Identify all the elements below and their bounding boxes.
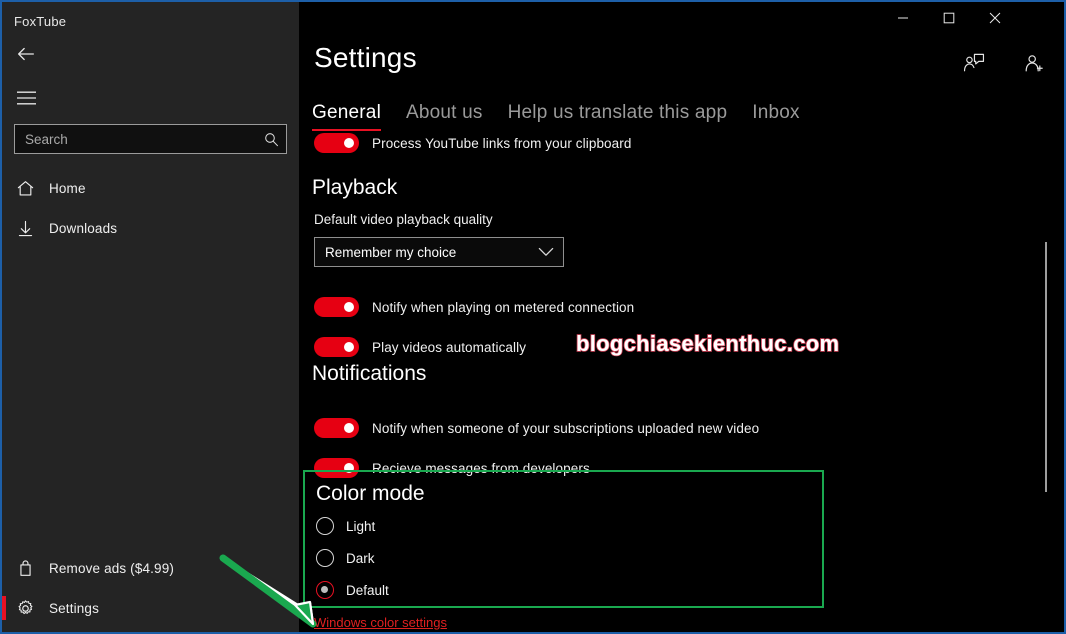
- radio-button[interactable]: [316, 517, 334, 535]
- setting-label: Process YouTube links from your clipboar…: [372, 135, 632, 151]
- chevron-down-icon: [529, 247, 563, 257]
- color-mode-section: Color mode Light Dark Default: [303, 470, 824, 608]
- toggle-knob: [344, 138, 354, 148]
- sidebar-item-label: Downloads: [49, 220, 118, 236]
- label-default-quality: Default video playback quality: [314, 212, 493, 227]
- sidebar-item-home[interactable]: Home: [2, 168, 299, 208]
- setting-row-autoplay: Play videos automatically: [314, 337, 526, 357]
- account-add-icon: [1025, 55, 1043, 72]
- close-icon: [989, 12, 1001, 24]
- toggle-knob: [344, 302, 354, 312]
- tab-help-translate[interactable]: Help us translate this app: [508, 102, 728, 131]
- search-input[interactable]: [15, 125, 256, 153]
- sidebar-item-downloads[interactable]: Downloads: [2, 208, 299, 248]
- sidebar-item-label: Settings: [49, 600, 99, 616]
- account-button[interactable]: [1017, 47, 1051, 79]
- setting-row-subscription-upload: Notify when someone of your subscription…: [314, 418, 759, 438]
- page-title: Settings: [314, 42, 417, 73]
- app-window: FoxTube Search Home Downloads Remove ads…: [0, 0, 1066, 634]
- gear-icon: [2, 599, 49, 618]
- feedback-button[interactable]: [957, 47, 991, 79]
- radio-button[interactable]: [316, 581, 334, 599]
- maximize-icon: [943, 12, 955, 24]
- scrollbar-track[interactable]: [1040, 132, 1052, 632]
- section-heading-color-mode: Color mode: [316, 482, 425, 505]
- sidebar-item-remove-ads[interactable]: Remove ads ($4.99): [2, 548, 299, 588]
- sidebar-item-settings[interactable]: Settings: [2, 588, 299, 628]
- feedback-icon: [963, 53, 985, 72]
- back-button[interactable]: [4, 34, 48, 74]
- magnifier-icon: [264, 132, 278, 146]
- radio-label: Default: [346, 582, 389, 598]
- section-heading-playback: Playback: [312, 176, 398, 199]
- hamburger-icon: [16, 91, 36, 105]
- settings-list: Process YouTube links from your clipboar…: [299, 130, 1064, 632]
- minimize-icon: [898, 17, 908, 19]
- tab-inbox[interactable]: Inbox: [752, 102, 799, 131]
- maximize-button[interactable]: [926, 2, 972, 34]
- setting-row-clipboard: Process YouTube links from your clipboar…: [314, 133, 631, 153]
- sidebar: FoxTube Search Home Downloads Remove ads…: [2, 2, 299, 632]
- radio-option-dark[interactable]: Dark: [316, 549, 375, 567]
- radio-option-default[interactable]: Default: [316, 581, 389, 599]
- toggle-knob: [344, 423, 354, 433]
- menu-button[interactable]: [4, 78, 48, 118]
- sidebar-selection-indicator: [2, 596, 6, 620]
- tab-about-us[interactable]: About us: [406, 102, 483, 131]
- content-area: Settings General About us Help us transl…: [299, 2, 1064, 632]
- toggle-knob: [344, 342, 354, 352]
- back-arrow-icon: [18, 47, 34, 61]
- sidebar-item-label: Remove ads ($4.99): [49, 560, 175, 576]
- search-icon[interactable]: [256, 125, 286, 153]
- home-icon: [2, 179, 49, 198]
- setting-label: Notify when playing on metered connectio…: [372, 299, 635, 315]
- search-box[interactable]: [14, 124, 287, 154]
- radio-label: Dark: [346, 550, 375, 566]
- scrollbar-thumb[interactable]: [1045, 242, 1047, 492]
- toggle-notify-subscription-upload[interactable]: [314, 418, 359, 438]
- download-icon: [2, 219, 49, 238]
- tab-bar: General About us Help us translate this …: [312, 102, 800, 131]
- toggle-process-clipboard-links[interactable]: [314, 133, 359, 153]
- toggle-play-videos-automatically[interactable]: [314, 337, 359, 357]
- tab-general[interactable]: General: [312, 102, 381, 131]
- sidebar-item-label: Home: [49, 180, 86, 196]
- minimize-button[interactable]: [880, 2, 926, 34]
- select-default-video-quality[interactable]: Remember my choice: [314, 237, 564, 267]
- radio-label: Light: [346, 518, 376, 534]
- close-button[interactable]: [972, 2, 1018, 34]
- app-title: FoxTube: [14, 14, 67, 29]
- select-value: Remember my choice: [325, 244, 457, 260]
- windows-color-settings-link[interactable]: Windows color settings: [314, 615, 447, 630]
- setting-label: Play videos automatically: [372, 339, 527, 355]
- radio-option-light[interactable]: Light: [316, 517, 375, 535]
- radio-button[interactable]: [316, 549, 334, 567]
- section-heading-notifications: Notifications: [312, 362, 427, 385]
- setting-row-metered-connection: Notify when playing on metered connectio…: [314, 297, 634, 317]
- toggle-notify-metered-connection[interactable]: [314, 297, 359, 317]
- bag-icon: [2, 559, 49, 578]
- setting-label: Notify when someone of your subscription…: [372, 420, 760, 436]
